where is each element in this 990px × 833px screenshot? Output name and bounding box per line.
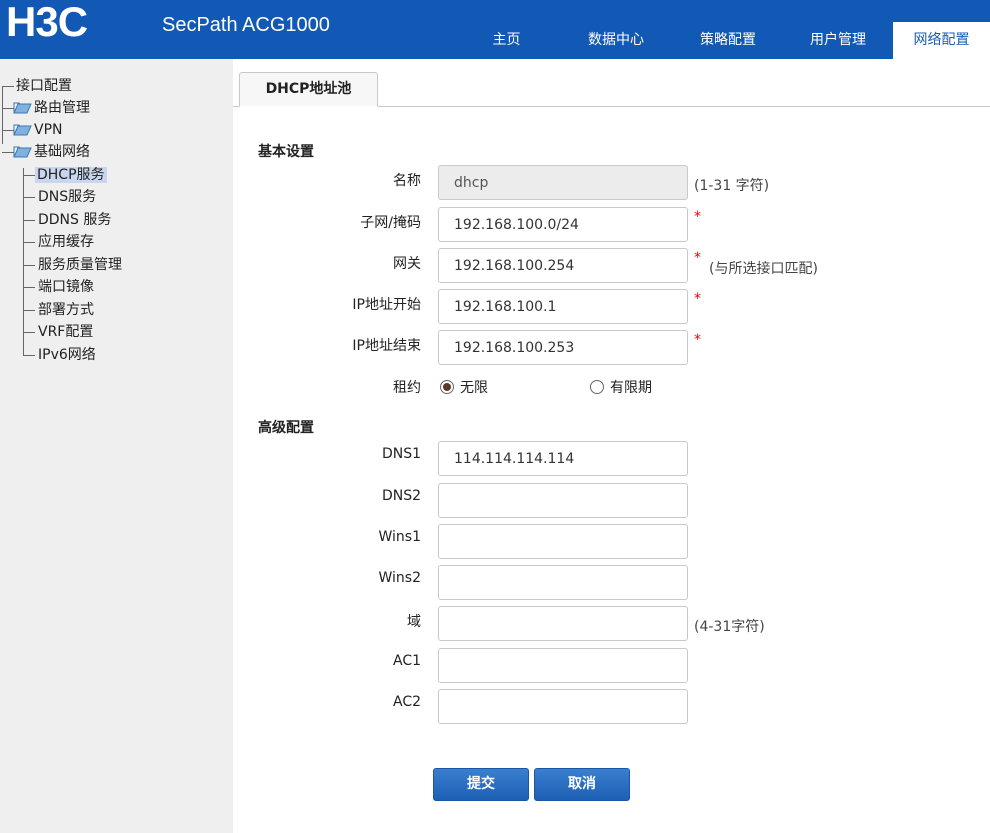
lease-label: 租约 <box>393 380 421 396</box>
name-label: 名称 <box>393 173 421 189</box>
main-nav: 主页 数据中心 策略配置 用户管理 网络配置 <box>454 22 990 59</box>
wins2-label: Wins2 <box>378 570 422 586</box>
tree-item-ipv6-network[interactable]: IPv6网络 <box>23 345 96 365</box>
name-field[interactable] <box>438 165 688 200</box>
section-advanced-config: 高级配置 <box>258 420 314 436</box>
ip-end-label: IP地址结束 <box>352 338 421 354</box>
tree-item-port-mirror[interactable]: 端口镜像 <box>23 277 94 297</box>
tree-item-app-cache[interactable]: 应用缓存 <box>23 232 94 252</box>
folder-icon <box>13 124 32 136</box>
top-header: H3C SecPath ACG1000 主页 数据中心 策略配置 用户管理 网络… <box>0 0 990 59</box>
ac1-field[interactable] <box>438 648 688 683</box>
tree-item-vrf-config[interactable]: VRF配置 <box>23 322 93 342</box>
radio-unchecked-icon <box>590 380 604 394</box>
product-name: SecPath ACG1000 <box>162 14 330 36</box>
tree-item-route-management[interactable]: 路由管理 <box>2 98 90 118</box>
dns1-field[interactable] <box>438 441 688 476</box>
ip-start-label: IP地址开始 <box>352 297 421 313</box>
wins1-label: Wins1 <box>378 529 422 545</box>
domain-label: 域 <box>407 614 421 630</box>
subnet-mask-field[interactable] <box>438 207 688 242</box>
nav-network-config[interactable]: 网络配置 <box>893 22 990 59</box>
wins2-field[interactable] <box>438 565 688 600</box>
tree-item-qos[interactable]: 服务质量管理 <box>23 255 122 275</box>
tree-item-vpn[interactable]: VPN <box>2 120 63 140</box>
required-mark: * <box>694 291 701 307</box>
lease-unlimited-radio[interactable]: 无限 <box>440 377 488 397</box>
ac2-label: AC2 <box>392 694 421 710</box>
ip-start-field[interactable] <box>438 289 688 324</box>
svg-text:H3C: H3C <box>6 4 88 40</box>
domain-field[interactable] <box>438 606 688 641</box>
ac2-field[interactable] <box>438 689 688 724</box>
gateway-field[interactable] <box>438 248 688 283</box>
subnet-label: 子网/掩码 <box>360 215 421 231</box>
dns2-field[interactable] <box>438 483 688 518</box>
wins1-field[interactable] <box>438 524 688 559</box>
submit-button[interactable]: 提交 <box>433 768 529 801</box>
required-mark: * <box>694 332 701 348</box>
name-hint: (1-31 字符) <box>694 178 770 194</box>
required-mark: * <box>694 209 701 225</box>
nav-policy-config[interactable]: 策略配置 <box>673 22 783 59</box>
dns2-label: DNS2 <box>381 488 421 504</box>
domain-hint: (4-31字符) <box>694 619 765 635</box>
tab-dhcp-pool[interactable]: DHCP地址池 <box>239 72 378 107</box>
tree-item-interface-config[interactable]: 接口配置 <box>2 76 72 96</box>
dns1-label: DNS1 <box>381 446 421 462</box>
tab-strip: DHCP地址池 <box>233 59 990 107</box>
tree-item-basic-network[interactable]: 基础网络 <box>2 142 90 162</box>
tree-item-dhcp-service[interactable]: DHCP服务 <box>23 165 107 185</box>
ac1-label: AC1 <box>392 653 421 669</box>
lease-limited-radio[interactable]: 有限期 <box>590 377 652 397</box>
sidebar: 接口配置 路由管理 VPN 基础网络 DHCP服务 DNS服务 DDNS 服务 … <box>0 59 233 833</box>
tree-item-ddns-service[interactable]: DDNS 服务 <box>23 210 111 230</box>
nav-user-management[interactable]: 用户管理 <box>783 22 893 59</box>
folder-open-icon <box>13 146 32 158</box>
section-basic-settings: 基本设置 <box>258 144 314 160</box>
required-mark: * <box>694 250 701 266</box>
nav-home[interactable]: 主页 <box>454 22 559 59</box>
tree-item-deploy-mode[interactable]: 部署方式 <box>23 300 94 320</box>
radio-checked-icon <box>440 380 454 394</box>
cancel-button[interactable]: 取消 <box>534 768 630 801</box>
h3c-logo: H3C <box>6 4 89 40</box>
ip-end-field[interactable] <box>438 330 688 365</box>
gateway-hint: (与所选接口匹配) <box>709 261 818 277</box>
gateway-label: 网关 <box>393 256 421 272</box>
nav-data-center[interactable]: 数据中心 <box>559 22 673 59</box>
folder-icon <box>13 102 32 114</box>
tree-item-dns-service[interactable]: DNS服务 <box>23 187 96 207</box>
